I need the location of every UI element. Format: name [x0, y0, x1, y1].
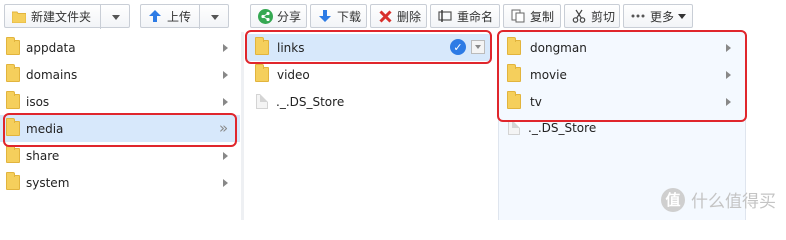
- scissors-icon: [571, 8, 587, 24]
- list-item-dongman[interactable]: dongman: [499, 34, 745, 61]
- item-label: appdata: [26, 40, 76, 55]
- list-item-domains[interactable]: domains: [0, 61, 240, 88]
- copy-icon: [510, 8, 526, 24]
- chevron-right-icon: [726, 98, 731, 106]
- folder-column-1: appdata domains isos media » share syste…: [0, 32, 241, 220]
- item-label: ._.DS_Store: [528, 120, 597, 135]
- list-item-media[interactable]: media »: [0, 115, 240, 142]
- item-label: isos: [26, 94, 50, 109]
- item-label: ._.DS_Store: [276, 94, 345, 109]
- item-label: system: [26, 175, 70, 190]
- new-folder-dropdown[interactable]: [100, 5, 130, 29]
- item-label: tv: [530, 94, 542, 109]
- share-icon: [257, 8, 273, 24]
- chevron-down-icon: [210, 14, 219, 20]
- list-item-movie[interactable]: movie: [499, 61, 745, 88]
- folder-icon: [6, 172, 20, 190]
- folder-icon: [255, 64, 269, 82]
- copy-label: 复制: [530, 9, 555, 24]
- chevron-down-icon: [678, 13, 687, 19]
- list-item-system[interactable]: system: [0, 169, 240, 196]
- folder-column-2: links ✓ video ._.DS_Store: [247, 32, 493, 220]
- chevron-right-icon: [726, 44, 731, 52]
- new-folder-button[interactable]: 新建文件夹: [4, 4, 130, 29]
- more-button[interactable]: 更多: [623, 4, 693, 28]
- item-label: dongman: [530, 40, 587, 55]
- item-label: video: [277, 67, 310, 82]
- rename-icon: [437, 8, 453, 24]
- upload-label: 上传: [167, 9, 192, 24]
- folder-icon: [507, 64, 521, 82]
- folder-icon: [255, 37, 269, 55]
- item-label: movie: [530, 67, 567, 82]
- chevron-right-icon: [223, 179, 228, 187]
- cut-label: 剪切: [591, 9, 616, 24]
- folder-icon: [6, 91, 20, 109]
- new-folder-label: 新建文件夹: [31, 9, 92, 24]
- cut-button[interactable]: 剪切: [564, 4, 620, 28]
- upload-button[interactable]: 上传: [140, 4, 229, 29]
- list-item-isos[interactable]: isos: [0, 88, 240, 115]
- folder-icon: [507, 37, 521, 55]
- upload-dropdown[interactable]: [199, 5, 229, 29]
- toolbar: 新建文件夹 上传 分享 下载 删除 重命名 复制 剪切 更多: [0, 0, 786, 32]
- list-item-ds-store[interactable]: ._.DS_Store: [499, 114, 745, 141]
- chevron-right-icon: [223, 71, 228, 79]
- folder-icon: [6, 118, 20, 136]
- item-dropdown[interactable]: [471, 40, 485, 54]
- list-item-appdata[interactable]: appdata: [0, 34, 240, 61]
- chevron-right-icon: [726, 71, 731, 79]
- double-chevron-right-icon: »: [219, 119, 229, 137]
- file-icon: [508, 120, 520, 135]
- download-label: 下载: [337, 9, 362, 24]
- checkmark-icon[interactable]: ✓: [450, 39, 466, 55]
- item-label: links: [277, 40, 305, 55]
- list-item-tv[interactable]: tv: [499, 88, 745, 115]
- chevron-right-icon: [223, 152, 228, 160]
- item-label: media: [26, 121, 64, 136]
- upload-icon: [147, 8, 163, 24]
- download-button[interactable]: 下载: [310, 4, 367, 28]
- copy-button[interactable]: 复制: [503, 4, 561, 28]
- list-item-video[interactable]: video: [247, 61, 491, 88]
- share-label: 分享: [277, 9, 302, 24]
- share-button[interactable]: 分享: [250, 4, 307, 28]
- folder-icon: [6, 37, 20, 55]
- column-scrollbar[interactable]: [241, 32, 244, 220]
- more-dots-icon: [630, 8, 646, 24]
- file-icon: [256, 94, 268, 109]
- folder-icon: [6, 145, 20, 163]
- rename-button[interactable]: 重命名: [430, 4, 500, 28]
- item-label: share: [26, 148, 60, 163]
- list-item-links[interactable]: links ✓: [247, 34, 491, 61]
- delete-icon: [377, 8, 393, 24]
- more-label: 更多: [650, 9, 675, 24]
- folder-icon: [507, 91, 521, 109]
- chevron-down-icon: [111, 14, 120, 20]
- folder-icon: [6, 64, 20, 82]
- item-label: domains: [26, 67, 78, 82]
- list-item-ds-store[interactable]: ._.DS_Store: [247, 88, 491, 115]
- list-item-share[interactable]: share: [0, 142, 240, 169]
- chevron-right-icon: [223, 98, 228, 106]
- folder-icon: [11, 8, 27, 24]
- watermark-text: 什么值得买: [691, 192, 776, 212]
- download-icon: [317, 8, 333, 24]
- rename-label: 重命名: [457, 9, 494, 24]
- chevron-right-icon: [223, 44, 228, 52]
- delete-label: 删除: [397, 9, 422, 24]
- watermark-badge: 值: [661, 187, 685, 212]
- delete-button[interactable]: 删除: [370, 4, 427, 28]
- watermark: 值 什么值得买: [661, 187, 776, 212]
